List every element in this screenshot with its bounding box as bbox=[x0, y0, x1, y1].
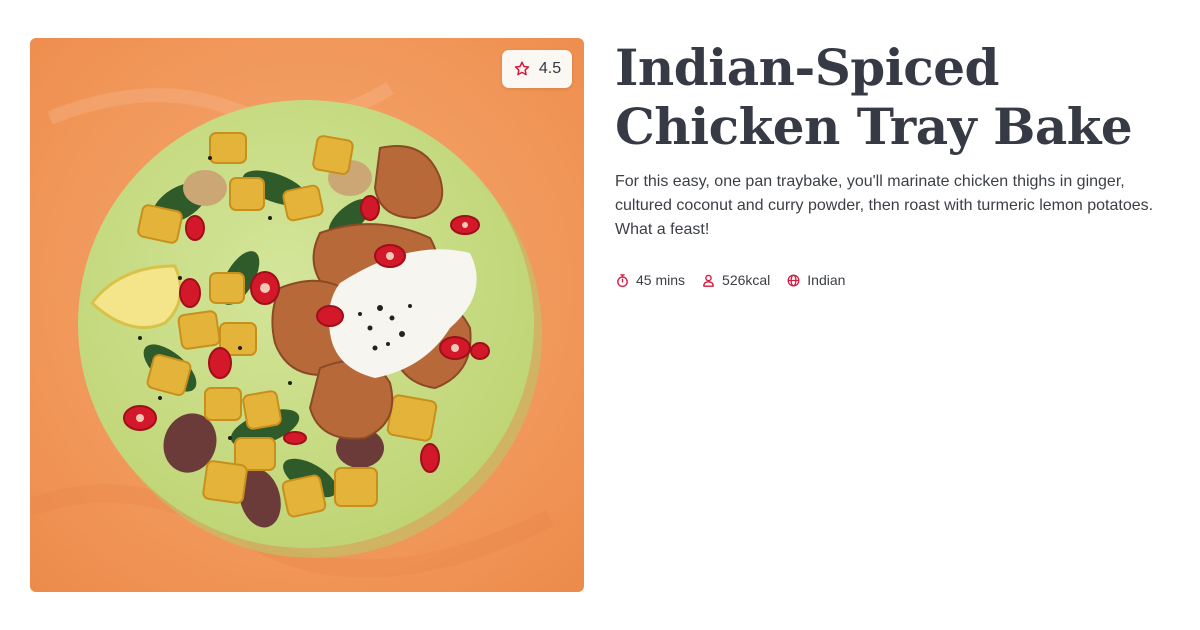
recipe-meta: 45 mins 526kcal Indian bbox=[615, 272, 1175, 288]
recipe-info: Indian-Spiced Chicken Tray Bake For this… bbox=[615, 38, 1175, 288]
recipe-title: Indian-Spiced Chicken Tray Bake bbox=[615, 38, 1133, 156]
person-icon bbox=[703, 274, 714, 287]
recipe-description: For this easy, one pan traybake, you'll … bbox=[615, 173, 1154, 238]
globe-icon bbox=[787, 274, 800, 286]
meta-cuisine: Indian bbox=[786, 272, 845, 288]
star-icon bbox=[514, 61, 530, 76]
meta-calories: 526kcal bbox=[701, 272, 770, 288]
meta-cuisine-label: Indian bbox=[807, 272, 846, 288]
rating-badge[interactable]: 4.5 bbox=[502, 50, 572, 88]
timer-icon bbox=[617, 273, 628, 287]
rating-value: 4.5 bbox=[538, 60, 562, 77]
recipe-photo: 4.5 bbox=[30, 38, 584, 592]
meta-time-label: 45 mins bbox=[636, 272, 686, 288]
recipe-page: 4.5 Indian-Spiced Chicken Tray Bake For … bbox=[0, 0, 1200, 630]
dish-illustration bbox=[30, 38, 584, 592]
meta-time: 45 mins bbox=[615, 272, 685, 288]
meta-calories-label: 526kcal bbox=[722, 272, 771, 288]
